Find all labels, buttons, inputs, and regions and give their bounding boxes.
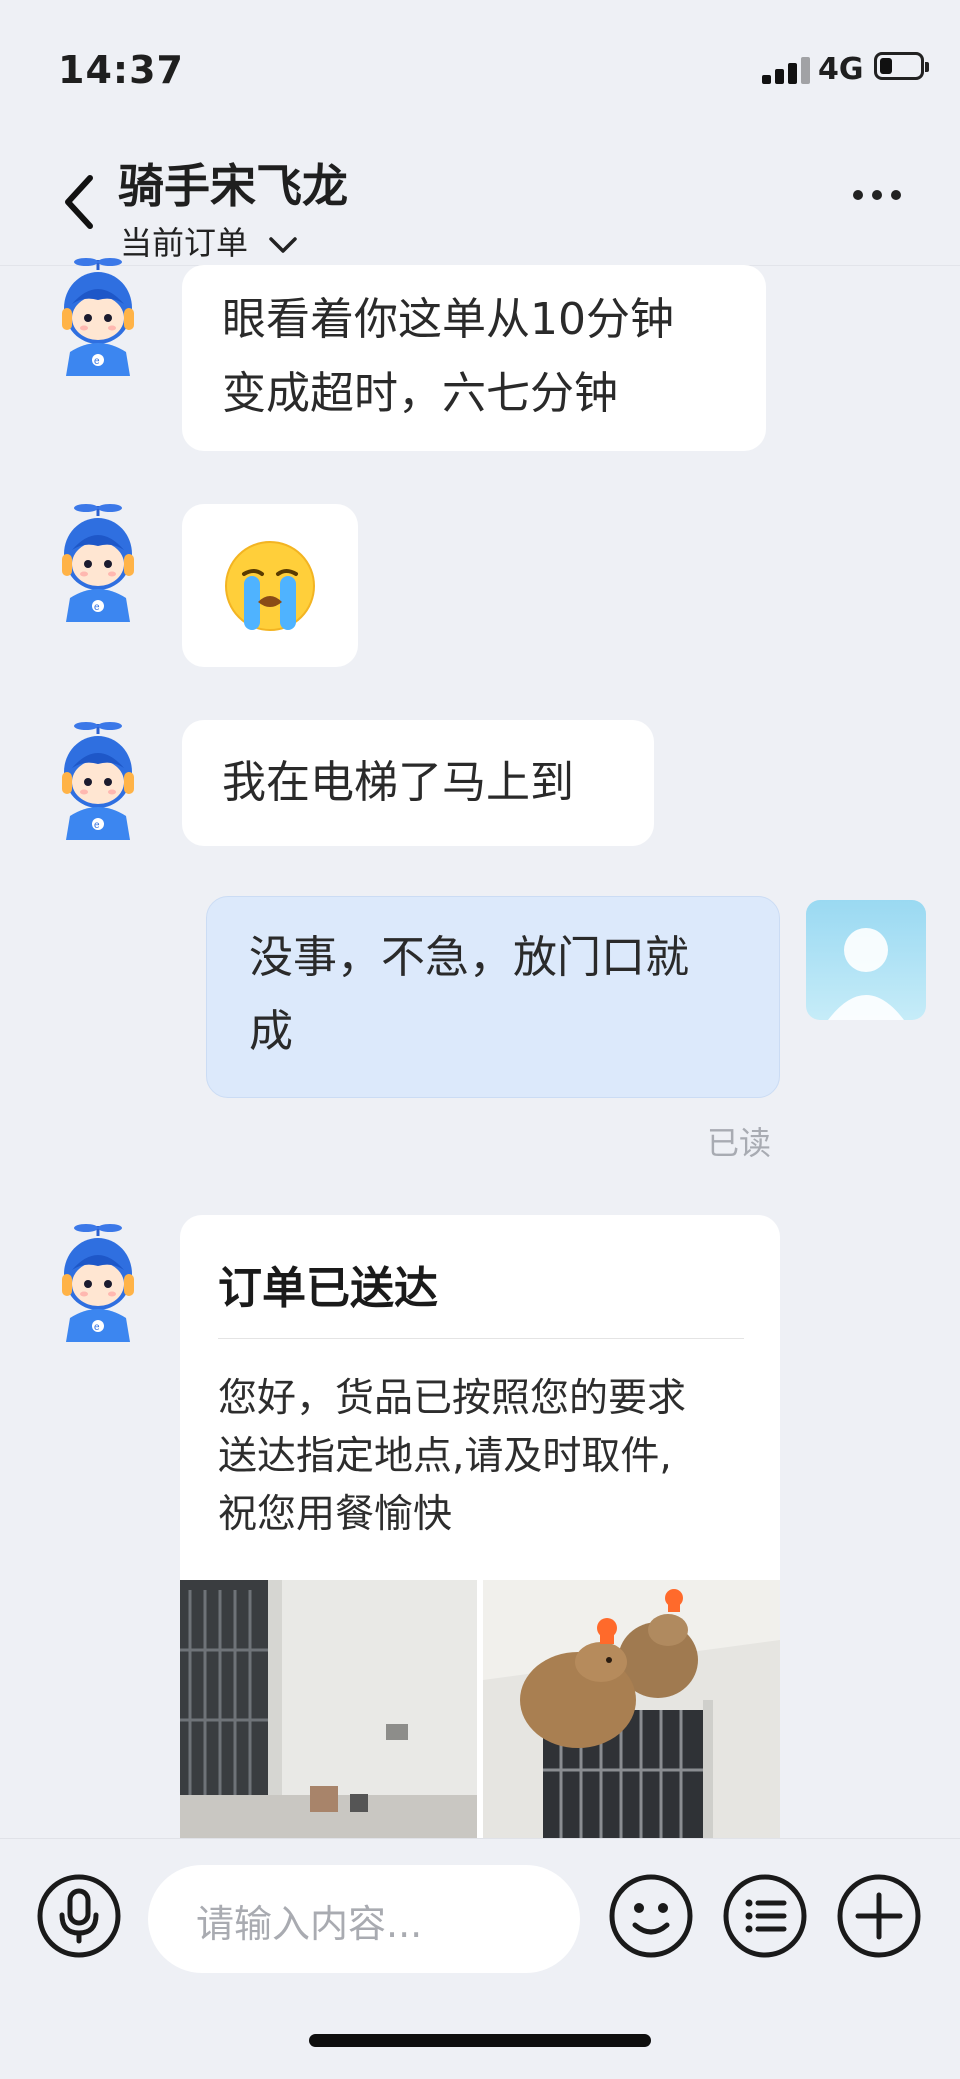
delivery-card-text: 送达指定地点,请及时取件, bbox=[218, 1434, 672, 1479]
message-input[interactable]: 请输入内容... bbox=[148, 1865, 580, 1973]
chevron-left-icon[interactable] bbox=[60, 172, 100, 232]
rider-avatar[interactable] bbox=[42, 1222, 154, 1342]
page-title: 骑手宋飞龙 bbox=[118, 159, 348, 213]
battery-icon bbox=[874, 52, 929, 80]
message-input-placeholder: 请输入内容... bbox=[196, 1902, 423, 1946]
status-bar: 14:37 4G bbox=[0, 0, 960, 130]
divider bbox=[218, 1338, 744, 1339]
delivery-card-text: 祝您用餐愉快 bbox=[218, 1492, 453, 1537]
message-line: 成 bbox=[249, 1006, 293, 1057]
network-label: 4G bbox=[818, 52, 864, 87]
user-avatar[interactable] bbox=[806, 900, 926, 1020]
message-line: 没事，不急，放门口就 bbox=[249, 932, 689, 983]
message-line: 眼看着你这单从10分钟 bbox=[222, 294, 674, 345]
rider-avatar[interactable] bbox=[42, 256, 154, 376]
message-bubble-incoming[interactable] bbox=[182, 504, 358, 667]
delivery-photo-capybara[interactable] bbox=[483, 1580, 780, 1838]
chat-header: 骑手宋飞龙 当前订单 bbox=[0, 130, 960, 266]
signal-icon bbox=[762, 56, 810, 84]
delivery-photo-doorway[interactable] bbox=[180, 1580, 477, 1838]
crying-face-emoji bbox=[225, 541, 315, 631]
smiley-icon[interactable] bbox=[608, 1873, 694, 1959]
microphone-icon[interactable] bbox=[36, 1873, 122, 1959]
more-icon[interactable] bbox=[852, 188, 902, 202]
delivery-card-title: 订单已送达 bbox=[218, 1263, 438, 1314]
message-bubble-incoming[interactable]: 我在电梯了马上到 bbox=[182, 720, 654, 846]
plus-icon[interactable] bbox=[836, 1873, 922, 1959]
rider-avatar[interactable] bbox=[42, 720, 154, 840]
list-icon[interactable] bbox=[722, 1873, 808, 1959]
status-time: 14:37 bbox=[58, 48, 184, 92]
rider-avatar[interactable] bbox=[42, 502, 154, 622]
home-indicator[interactable] bbox=[309, 2034, 651, 2047]
message-bubble-outgoing[interactable]: 没事，不急，放门口就 成 bbox=[206, 896, 780, 1098]
message-bubble-incoming[interactable]: 眼看着你这单从10分钟 变成超时，六七分钟 bbox=[182, 265, 766, 451]
chevron-down-icon bbox=[269, 237, 297, 253]
delivery-card-text: 您好，货品已按照您的要求 bbox=[218, 1376, 687, 1421]
read-status: 已读 bbox=[707, 1124, 772, 1162]
chat-screen: 14:37 4G 骑手宋飞龙 当前订单 眼看着你这单从10分钟 变成超时，六七分… bbox=[0, 0, 960, 2079]
message-line: 我在电梯了马上到 bbox=[222, 757, 574, 808]
message-line: 变成超时，六七分钟 bbox=[222, 368, 618, 419]
